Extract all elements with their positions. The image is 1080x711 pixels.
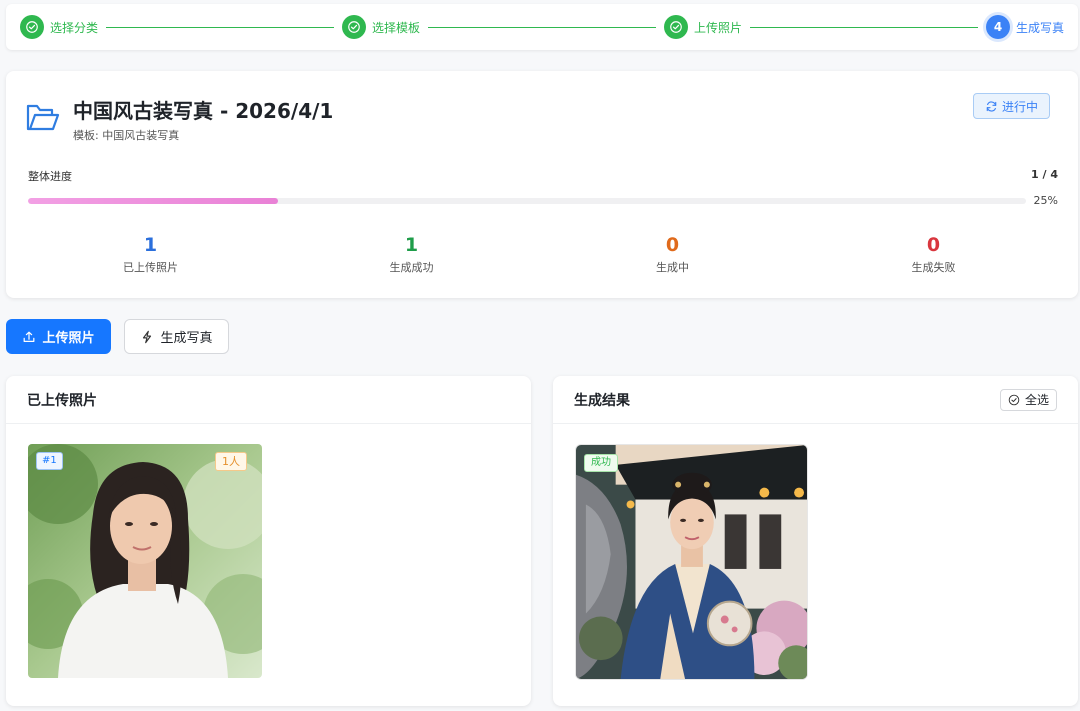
panel-header: 生成结果 全选 [553, 376, 1078, 424]
progress-bar-fill [28, 198, 278, 204]
check-circle-icon [342, 15, 366, 39]
step-label: 上传照片 [694, 20, 743, 35]
stats-row: 1 已上传照片 1 生成成功 0 生成中 0 生成失败 [20, 234, 1064, 275]
generated-portrait-image [576, 445, 807, 679]
upload-icon [24, 331, 35, 342]
stat-value: 0 [665, 234, 680, 256]
panel-header: 已上传照片 [6, 376, 531, 424]
check-circle-icon [1008, 394, 1020, 405]
check-circle-icon [20, 15, 44, 39]
step-connector [750, 26, 978, 28]
upload-button-label: 上传照片 [42, 331, 95, 346]
progress-percent: 25% [1033, 194, 1058, 207]
panel-title: 已上传照片 [27, 392, 97, 409]
stat-success: 1 生成成功 [281, 234, 542, 275]
check-circle-icon [664, 15, 688, 39]
stat-label: 生成中 [656, 261, 689, 274]
step-connector [106, 26, 334, 28]
stat-value: 1 [143, 234, 158, 256]
step-select-template[interactable]: 选择模板 [342, 15, 420, 39]
stat-label: 生成成功 [389, 261, 434, 274]
step-upload-photos[interactable]: 上传照片 [664, 15, 742, 39]
upload-photos-button[interactable]: 上传照片 [6, 319, 111, 354]
template-label: 模板: 中国风古装写真 [73, 129, 180, 142]
generated-results-panel: 生成结果 全选 成功 [553, 376, 1078, 706]
stat-failed: 0 生成失败 [803, 234, 1064, 275]
stat-label: 生成失败 [911, 261, 956, 274]
stat-generating: 0 生成中 [542, 234, 803, 275]
progress-count: 1 / 4 [1031, 168, 1058, 181]
lightning-icon [143, 330, 152, 343]
stat-value: 1 [404, 234, 419, 256]
stat-uploaded: 1 已上传照片 [20, 234, 281, 275]
progress-bar [28, 198, 1026, 204]
progress-stepper: 选择分类 选择模板 上传照片 4 生成写真 [6, 4, 1078, 50]
status-text: 进行中 [1001, 99, 1038, 114]
generate-portrait-button[interactable]: 生成写真 [124, 319, 229, 354]
success-status-tag: 成功 [584, 454, 618, 472]
panel-title: 生成结果 [574, 392, 630, 409]
stat-value: 0 [926, 234, 941, 256]
select-all-label: 全选 [1024, 393, 1049, 407]
folder-open-icon [26, 104, 60, 131]
uploaded-photo-card[interactable]: #1 1人 [28, 444, 262, 678]
refresh-icon [986, 100, 997, 112]
stat-label: 已上传照片 [123, 261, 178, 274]
step-generate-portrait[interactable]: 4 生成写真 [986, 15, 1064, 39]
photo-index-tag: #1 [36, 452, 63, 470]
step-label: 选择分类 [50, 20, 99, 35]
result-photo-card[interactable]: 成功 [575, 444, 808, 680]
uploaded-portrait-image [28, 444, 262, 678]
step-label: 生成写真 [1016, 20, 1065, 35]
page-title: 中国风古装写真 - 2026/4/1 [73, 99, 334, 123]
people-count-tag: 1人 [215, 452, 247, 471]
status-badge: 进行中 [973, 93, 1050, 119]
step-number: 4 [986, 15, 1010, 39]
step-label: 选择模板 [372, 20, 421, 35]
progress-label: 整体进度 [28, 170, 72, 183]
step-connector [428, 26, 656, 28]
generate-button-label: 生成写真 [160, 331, 213, 346]
select-all-button[interactable]: 全选 [999, 388, 1057, 411]
uploaded-photos-panel: 已上传照片 #1 1人 [6, 376, 531, 706]
task-overview-card: 中国风古装写真 - 2026/4/1 模板: 中国风古装写真 进行中 整体进度 … [6, 71, 1078, 298]
step-select-category[interactable]: 选择分类 [20, 15, 98, 39]
